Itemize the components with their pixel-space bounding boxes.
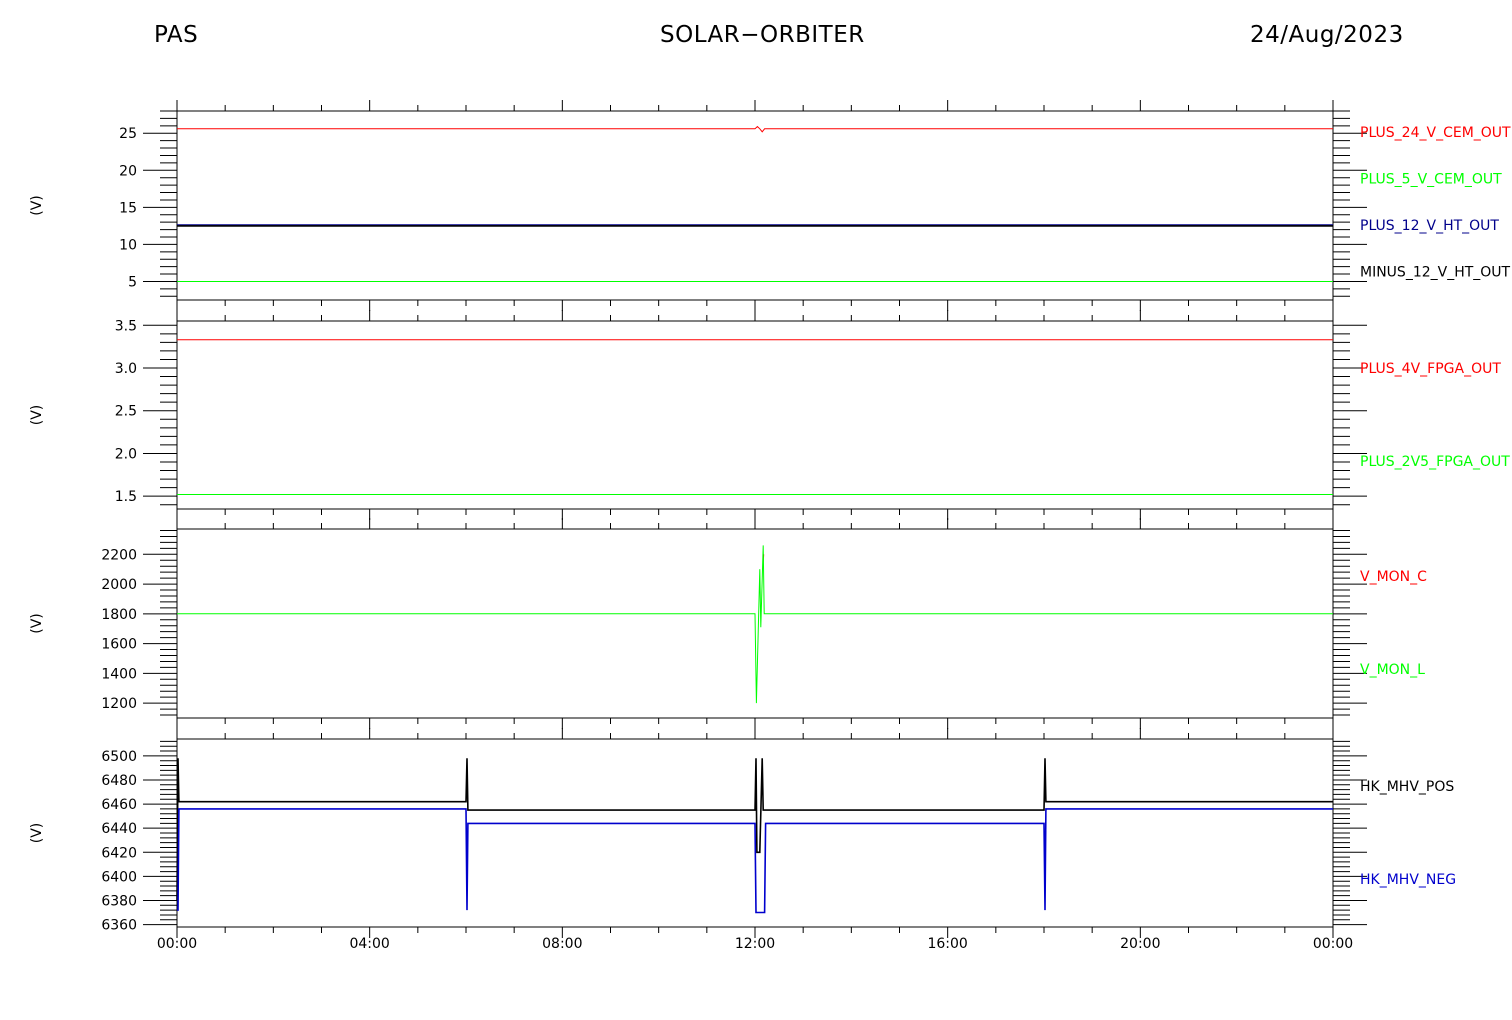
legend-label: PLUS_4V_FPGA_OUT xyxy=(1360,361,1501,377)
y-tick-label: 3.0 xyxy=(115,361,137,377)
x-tick-label: 12:00 xyxy=(735,936,775,952)
y-tick-label: 6480 xyxy=(101,773,137,789)
legend-label: PLUS_24_V_CEM_OUT xyxy=(1360,125,1511,141)
x-tick-label: 04:00 xyxy=(349,936,389,952)
y-tick-label: 1400 xyxy=(101,666,137,682)
legend-label: HK_MHV_NEG xyxy=(1360,872,1456,888)
y-tick-label: 10 xyxy=(119,237,137,253)
legend-label: PLUS_5_V_CEM_OUT xyxy=(1360,172,1502,188)
y-tick-label: 1800 xyxy=(101,607,137,623)
panel-2: 1.5 2.0 2.5 3.0 3.5 (V) PLUS_4V_FPGA_OUT PLUS_2… xyxy=(29,310,1510,520)
plot-frame xyxy=(176,110,1334,301)
legend-label: MINUS_12_V_HT_OUT xyxy=(1360,265,1511,281)
series-line-plus-24-v-cem-out xyxy=(177,125,1333,133)
legend-label: PLUS_2V5_FPGA_OUT xyxy=(1360,454,1510,470)
y-tick-label: 2000 xyxy=(101,577,137,593)
legend-label: HK_MHV_POS xyxy=(1360,779,1454,795)
y-tick-label: 6460 xyxy=(101,797,137,813)
x-tick-label: 20:00 xyxy=(1120,936,1160,952)
x-tick-label: 00:00 xyxy=(157,936,197,952)
y-tick-label: 25 xyxy=(119,126,137,142)
legend-label: V_MON_C xyxy=(1360,569,1427,585)
y-tick-label: 6360 xyxy=(101,918,137,934)
y-tick-label: 1.5 xyxy=(115,489,137,505)
panel-4: 6360 6380 6400 6420 6440 6460 6480 6500 (V) 00:00… xyxy=(29,728,1456,952)
y-tick-label: 20 xyxy=(119,163,137,179)
x-tick-label: 00:00 xyxy=(1313,936,1353,952)
x-tick-label: 16:00 xyxy=(927,936,967,952)
x-tick-label: 08:00 xyxy=(542,936,582,952)
y-tick-label: 6420 xyxy=(101,845,137,861)
y-tick-label: 2.5 xyxy=(115,404,137,420)
y-axis-label: (V) xyxy=(29,823,45,844)
panel-3: 1200 1400 1600 1800 2000 2200 (V) V_MON_C V_MON_… xyxy=(29,518,1427,729)
chart-canvas: 5 10 15 20 25 (V) PLUS_24_V_CEM_OUT PLUS_5_V_CE… xyxy=(29,100,1511,952)
y-tick-label: 2200 xyxy=(101,547,137,563)
y-axis-label: (V) xyxy=(29,405,45,426)
y-tick-label: 3.5 xyxy=(115,318,137,334)
y-tick-label: 2.0 xyxy=(115,446,137,462)
series-line-v-mon-l xyxy=(177,545,1333,704)
y-tick-label: 6400 xyxy=(101,869,137,885)
y-tick-label: 5 xyxy=(128,274,137,290)
series-line-hk-mhv-neg xyxy=(177,808,1333,914)
y-tick-label: 15 xyxy=(119,200,137,216)
y-axis-label: (V) xyxy=(29,613,45,634)
legend-label: PLUS_12_V_HT_OUT xyxy=(1360,218,1499,234)
panel-1: 5 10 15 20 25 (V) PLUS_24_V_CEM_OUT PLUS_5_V_CE… xyxy=(29,100,1511,311)
plot-frame xyxy=(176,320,1334,510)
y-tick-label: 6380 xyxy=(101,893,137,909)
y-tick-label: 6440 xyxy=(101,821,137,837)
y-tick-label: 1600 xyxy=(101,637,137,653)
y-tick-label: 1200 xyxy=(101,696,137,712)
y-axis-label: (V) xyxy=(29,195,45,216)
y-tick-label: 6500 xyxy=(101,749,137,765)
legend-label: V_MON_L xyxy=(1360,662,1425,678)
